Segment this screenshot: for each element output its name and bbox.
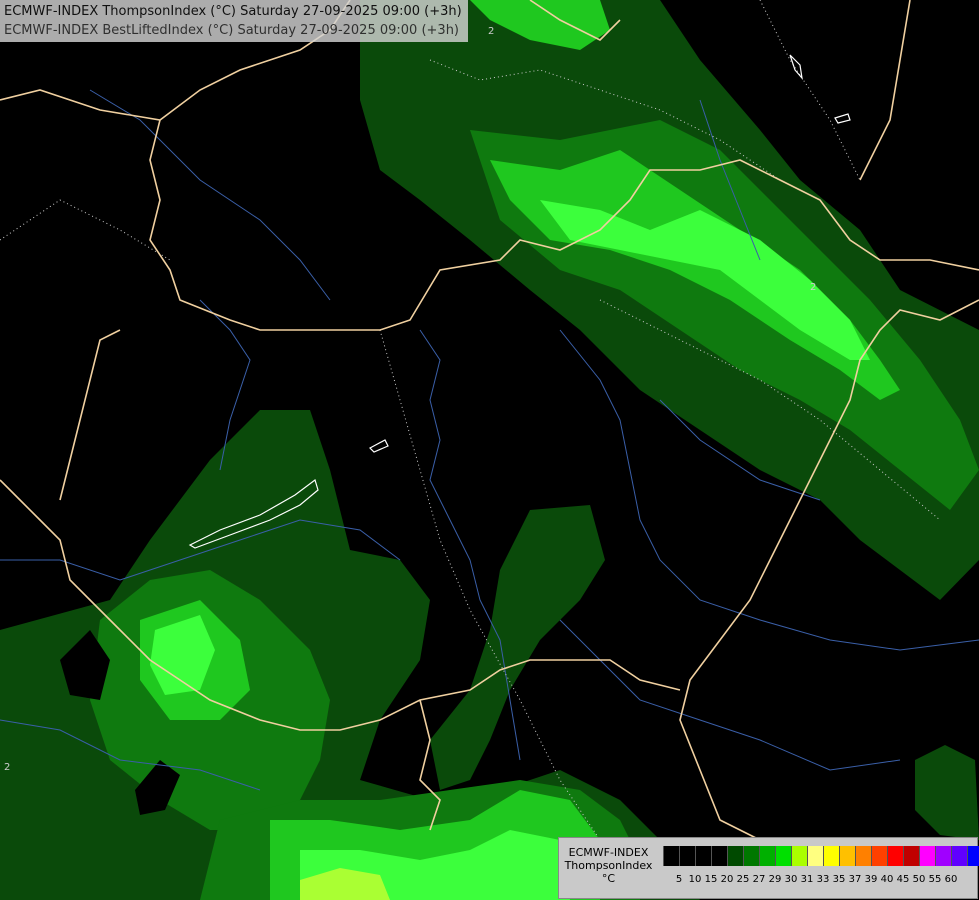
legend-ticks: 5 10 15 20 25 27 29 30 31 33 35 37 39 40 45 50 55 60 bbox=[663, 874, 959, 888]
legend-swatch bbox=[807, 846, 823, 866]
legend-tick-label: 15 bbox=[704, 874, 718, 885]
legend-swatch bbox=[663, 846, 679, 866]
legend-swatch bbox=[727, 846, 743, 866]
legend-tick-label: 20 bbox=[720, 874, 734, 885]
legend-tick-label: 60 bbox=[944, 874, 958, 885]
map-title-box: ECMWF-INDEX ThompsonIndex (°C) Saturday … bbox=[0, 0, 468, 42]
legend-tick-label: 55 bbox=[928, 874, 942, 885]
legend-tick-label: 27 bbox=[752, 874, 766, 885]
legend-tick-label: 33 bbox=[816, 874, 830, 885]
legend-swatch bbox=[855, 846, 871, 866]
legend-tick-label: 31 bbox=[800, 874, 814, 885]
legend-model: ECMWF-INDEX bbox=[568, 846, 649, 859]
legend-swatch bbox=[823, 846, 839, 866]
legend-swatch bbox=[679, 846, 695, 866]
legend-swatch bbox=[695, 846, 711, 866]
legend-caption: ECMWF-INDEX ThompsonIndex °C bbox=[559, 838, 658, 898]
color-legend: ECMWF-INDEX ThompsonIndex °C 5 10 15 20 25 27… bbox=[558, 837, 979, 899]
legend-swatch bbox=[711, 846, 727, 866]
legend-tick-label: 25 bbox=[736, 874, 750, 885]
legend-parameter: ThompsonIndex bbox=[564, 859, 653, 872]
legend-tick-label: 37 bbox=[848, 874, 862, 885]
legend-swatch bbox=[775, 846, 791, 866]
legend-tick-label: 10 bbox=[688, 874, 702, 885]
legend-tick-label: 30 bbox=[784, 874, 798, 885]
legend-tick-label: 29 bbox=[768, 874, 782, 885]
legend-swatch bbox=[839, 846, 855, 866]
legend-tick-label: 50 bbox=[912, 874, 926, 885]
legend-swatch bbox=[967, 846, 979, 866]
legend-swatches bbox=[663, 846, 979, 866]
weather-map: 2 2 2 bbox=[0, 0, 979, 900]
legend-swatch bbox=[791, 846, 807, 866]
map-title-lifted: ECMWF-INDEX BestLiftedIndex (°C) Saturda… bbox=[4, 23, 459, 38]
contour-label: 2 bbox=[488, 26, 494, 37]
legend-tick-label: 39 bbox=[864, 874, 878, 885]
contour-label: 2 bbox=[810, 282, 816, 293]
legend-tick-label: 5 bbox=[675, 874, 683, 885]
legend-swatch bbox=[759, 846, 775, 866]
legend-swatch bbox=[919, 846, 935, 866]
legend-tick-label: 45 bbox=[896, 874, 910, 885]
contour-label: 2 bbox=[4, 762, 10, 773]
legend-swatch bbox=[871, 846, 887, 866]
legend-swatch bbox=[887, 846, 903, 866]
map-title-thompson: ECMWF-INDEX ThompsonIndex (°C) Saturday … bbox=[4, 4, 462, 19]
legend-swatch bbox=[903, 846, 919, 866]
legend-tick-label: 35 bbox=[832, 874, 846, 885]
legend-tick-label: 40 bbox=[880, 874, 894, 885]
legend-swatch bbox=[951, 846, 967, 866]
legend-swatch bbox=[743, 846, 759, 866]
legend-unit: °C bbox=[601, 872, 616, 885]
legend-tick-spacer bbox=[663, 874, 671, 888]
legend-swatch bbox=[935, 846, 951, 866]
